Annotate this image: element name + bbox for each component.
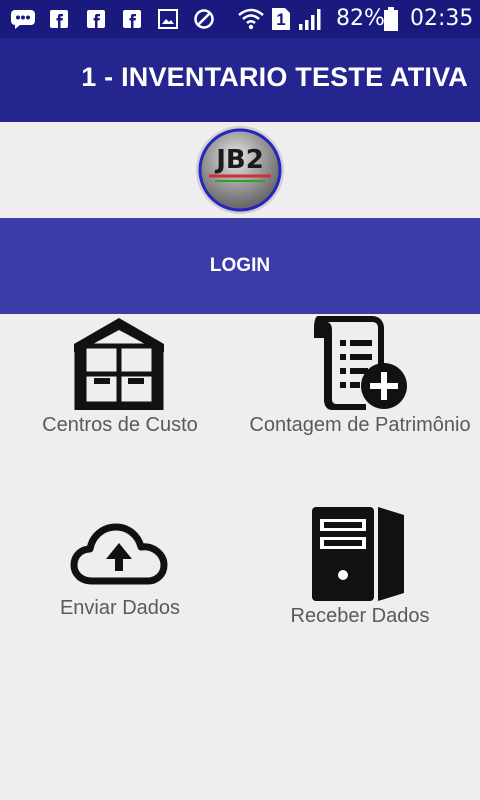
sim-slot-number: 1 [276, 10, 286, 29]
page-title: 1 - INVENTARIO TESTE ATIVA [81, 62, 468, 92]
blocked-icon [193, 8, 215, 30]
battery-percent: 82% [336, 6, 385, 31]
menu-item-enviar-dados[interactable]: Enviar Dados [0, 505, 240, 695]
warehouse-icon [74, 318, 164, 410]
wifi-icon [237, 8, 265, 30]
menu-item-centros-de-custo[interactable]: Centros de Custo [0, 314, 240, 504]
add-document-icon [314, 316, 407, 410]
server-icon [312, 507, 404, 601]
menu-item-label: Contagem de Patrimônio [249, 414, 471, 436]
login-button-label: LOGIN [209, 255, 271, 276]
menu-item-label: Centros de Custo [42, 414, 198, 436]
signal-icon [298, 8, 322, 30]
menu-item-label: Receber Dados [290, 605, 430, 627]
login-button[interactable]: LOGIN [0, 218, 480, 314]
status-bar: 1 82% 02:35 [0, 0, 480, 38]
menu-item-label: Enviar Dados [59, 597, 181, 619]
clock: 02:35 [410, 6, 474, 31]
menu-item-receber-dados[interactable]: Receber Dados [240, 505, 480, 695]
logo-area: JB2 [0, 122, 480, 218]
facebook-icon [50, 8, 68, 30]
facebook-icon [87, 8, 105, 30]
sim-icon: 1 [271, 8, 291, 30]
jb2-logo: JB2 [193, 124, 287, 216]
chat-icon [10, 8, 36, 30]
cloud-upload-icon [70, 523, 168, 585]
facebook-icon [123, 8, 141, 30]
gallery-icon [158, 8, 178, 30]
battery-icon [384, 7, 398, 31]
app-bar: 1 - INVENTARIO TESTE ATIVA [0, 38, 480, 122]
logo-text: JB2 [216, 145, 264, 175]
menu-item-contagem-de-patrimonio[interactable]: Contagem de Patrimônio [240, 314, 480, 504]
